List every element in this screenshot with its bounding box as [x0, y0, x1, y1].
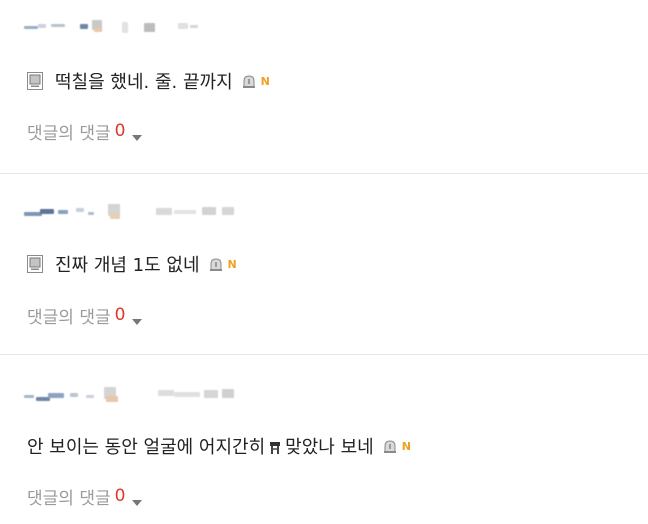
comment-item: 떡칠을 했네. 줄. 끝까지 N 댓글의 댓글 0: [0, 0, 648, 173]
censored-glyph-icon: [269, 439, 281, 454]
chevron-down-icon: [131, 492, 143, 506]
reply-label: 댓글의 댓글: [27, 123, 111, 144]
comment-body: 안 보이는 동안 얼굴에 어지간히 맞았나 보네 N: [27, 433, 411, 459]
comment-list: 떡칠을 했네. 줄. 끝까지 N 댓글의 댓글 0 진짜 개념 1도 없네 N …: [0, 0, 648, 524]
comment-text-continued: 맞았나 보네: [285, 437, 374, 458]
report-siren-icon[interactable]: [208, 256, 224, 272]
new-badge: N: [227, 257, 237, 271]
comment-text: 진짜 개념 1도 없네: [55, 255, 200, 276]
document-icon: [27, 255, 43, 273]
reply-toggle[interactable]: 댓글의 댓글 0: [27, 304, 143, 328]
reply-count: 0: [114, 486, 126, 506]
comment-meta-redacted: [24, 204, 264, 224]
comment-body: 떡칠을 했네. 줄. 끝까지 N: [27, 68, 270, 94]
report-siren-icon[interactable]: [382, 438, 398, 454]
reply-count: 0: [114, 305, 126, 325]
comment-item: 진짜 개념 1도 없네 N 댓글의 댓글 0: [0, 173, 648, 354]
comment-meta-redacted: [24, 387, 264, 407]
reply-label: 댓글의 댓글: [27, 307, 111, 328]
new-badge: N: [401, 439, 411, 453]
new-badge: N: [260, 74, 270, 88]
chevron-down-icon: [131, 127, 143, 141]
chevron-down-icon: [131, 311, 143, 325]
reply-count: 0: [114, 121, 126, 141]
comment-item: 안 보이는 동안 얼굴에 어지간히 맞았나 보네 N 댓글의 댓글 0: [0, 354, 648, 524]
comment-body: 진짜 개념 1도 없네 N: [27, 251, 237, 277]
document-icon: [27, 72, 43, 90]
comment-meta-redacted: [24, 16, 264, 36]
reply-toggle[interactable]: 댓글의 댓글 0: [27, 485, 143, 509]
reply-label: 댓글의 댓글: [27, 488, 111, 509]
comment-text: 떡칠을 했네. 줄. 끝까지: [55, 72, 233, 93]
report-siren-icon[interactable]: [241, 73, 257, 89]
comment-text: 안 보이는 동안 얼굴에 어지간히: [27, 437, 266, 458]
reply-toggle[interactable]: 댓글의 댓글 0: [27, 120, 143, 144]
